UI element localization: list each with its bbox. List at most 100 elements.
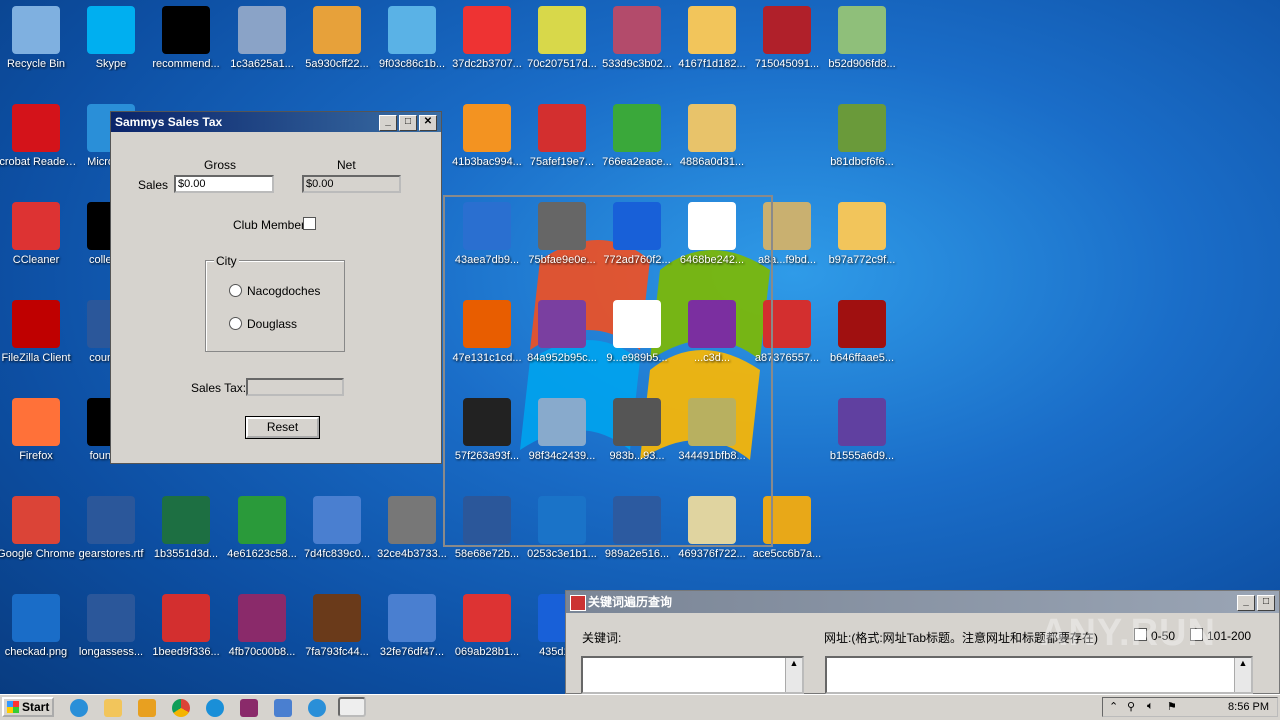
- window-shield-icon: [313, 496, 361, 544]
- keyword-window-title: 关键词遍历查询: [588, 595, 673, 609]
- selection-rectangle: [443, 195, 773, 547]
- keyword-scrollbar[interactable]: ▲: [785, 658, 802, 692]
- winrar-icon[interactable]: [240, 699, 258, 717]
- gross-label: Gross: [204, 158, 237, 172]
- book-icon: [688, 104, 736, 152]
- package-icon: [313, 6, 361, 54]
- club-member-label: Club Member: [233, 218, 306, 232]
- media-player-icon[interactable]: [138, 699, 156, 717]
- pdf-file-icon: [162, 594, 210, 642]
- firefox-icon: [12, 398, 60, 446]
- word-doc-icon: [87, 594, 135, 642]
- word-doc-icon: [87, 496, 135, 544]
- folder-icon: [688, 6, 736, 54]
- books-icon: [313, 594, 361, 642]
- desktop-icon-label: b97a772c9f...: [828, 254, 896, 266]
- club-member-checkbox[interactable]: [303, 217, 316, 230]
- pdf-box-icon: [763, 6, 811, 54]
- desktop-icon-label: b1555a6d9...: [829, 450, 895, 462]
- maximize-button[interactable]: □: [399, 115, 417, 131]
- gross-sales-input[interactable]: $0.00: [174, 175, 274, 193]
- chrome-icon: [12, 496, 60, 544]
- app-icon: [570, 595, 586, 611]
- green-image-icon: [238, 496, 286, 544]
- city-groupbox: [205, 260, 345, 352]
- pattern-image-icon: [613, 6, 661, 54]
- url-scrollbar[interactable]: ▲: [1234, 658, 1251, 692]
- flag-icon[interactable]: ⚑: [1167, 700, 1177, 713]
- skype-icon: [87, 6, 135, 54]
- blank-image-icon: [12, 594, 60, 642]
- desktop-icon[interactable]: b81dbcf6f6...: [816, 100, 908, 186]
- black-file-icon: [162, 6, 210, 54]
- maximize-button[interactable]: □: [1257, 595, 1275, 611]
- keyword-label: 关键词:: [582, 631, 622, 645]
- edge-icon[interactable]: [206, 699, 224, 717]
- filezilla-icon: [12, 300, 60, 348]
- keyword-window-titlebar[interactable]: 关键词遍历查询 _ □: [566, 591, 1279, 613]
- clock[interactable]: 8:56 PM: [1228, 701, 1269, 713]
- recycle-bin-icon: [12, 6, 60, 54]
- radio-nacogdoches[interactable]: [229, 284, 242, 297]
- orange-box-icon: [463, 104, 511, 152]
- active-window-button[interactable]: [338, 697, 366, 717]
- ccleaner-icon: [12, 202, 60, 250]
- sales-tax-label: Sales Tax:: [191, 381, 247, 395]
- douglass-label: Douglass: [247, 317, 298, 331]
- nacogdoches-label: Nacogdoches: [247, 284, 321, 298]
- xlsx-icon: [162, 496, 210, 544]
- start-label: Start: [22, 700, 50, 714]
- desktop-icon[interactable]: b52d906fd8...: [816, 2, 908, 88]
- sales-tax-field: [246, 378, 344, 396]
- minimize-button[interactable]: _: [1237, 595, 1255, 611]
- image-edit-icon: [838, 104, 886, 152]
- url-textarea[interactable]: ▲: [825, 656, 1253, 694]
- installer-shield-icon: [463, 594, 511, 642]
- red-noise-icon: [838, 300, 886, 348]
- chrome-icon[interactable]: [172, 699, 190, 717]
- recycle-bin-full-icon: [838, 6, 886, 54]
- color-blocks-icon: [463, 6, 511, 54]
- start-button[interactable]: Start: [2, 697, 54, 717]
- desktop-icon[interactable]: b97a772c9f...: [816, 198, 908, 284]
- tray-expand-icon[interactable]: ⌃: [1109, 700, 1118, 713]
- windows-logo-icon: [7, 701, 19, 713]
- city-label: City: [214, 254, 239, 268]
- ie-icon[interactable]: [70, 699, 88, 717]
- network-icon[interactable]: ⚲: [1127, 700, 1135, 713]
- 2015-icon: [838, 398, 886, 446]
- taskbar: Start ⌃ ⚲ 🔈︎ ⚑ 8:56 PM: [0, 694, 1280, 720]
- desktop-icon[interactable]: b646ffaae5...: [816, 296, 908, 382]
- desktop-icon[interactable]: b1555a6d9...: [816, 394, 908, 480]
- app-window-icon[interactable]: [274, 699, 292, 717]
- close-button[interactable]: ✕: [419, 115, 437, 131]
- sales-label: Sales: [138, 178, 169, 192]
- desktop-icon-label: ace5cc6b7a...: [752, 548, 822, 560]
- net-label: Net: [337, 158, 356, 172]
- reset-button[interactable]: Reset: [245, 416, 320, 439]
- anyrun-watermark: ANY.RUN: [1040, 612, 1216, 654]
- winrar-icon: [238, 594, 286, 642]
- window-title: Sammys Sales Tax: [115, 115, 223, 129]
- speaker-icon[interactable]: 🔈︎: [1147, 700, 1154, 713]
- desktop-icon-label: b81dbcf6f6...: [830, 156, 894, 168]
- window-shield-icon: [388, 594, 436, 642]
- desktop-icon-label: b52d906fd8...: [828, 58, 896, 70]
- window-titlebar[interactable]: Sammys Sales Tax _ □ ✕: [111, 112, 441, 132]
- acrobat-icon: [12, 104, 60, 152]
- laptop-icon: [388, 496, 436, 544]
- desktop-icon[interactable]: 4886a0d31...: [666, 100, 758, 186]
- media-disc-icon: [388, 6, 436, 54]
- keyword-textarea[interactable]: ▲: [581, 656, 804, 694]
- sammys-sales-tax-window: Sammys Sales Tax _ □ ✕ Gross Net Sales $…: [110, 111, 442, 464]
- ie-icon-2[interactable]: [308, 699, 326, 717]
- minimize-button[interactable]: _: [379, 115, 397, 131]
- qr-image-icon: [238, 6, 286, 54]
- radio-douglass[interactable]: [229, 317, 242, 330]
- pdf-file-icon: [538, 104, 586, 152]
- desktop-icon-label: b646ffaae5...: [829, 352, 895, 364]
- folder-icon: [838, 202, 886, 250]
- explorer-icon[interactable]: [104, 699, 122, 717]
- desktop-icon-label: 4886a0d31...: [679, 156, 745, 168]
- net-sales-field: $0.00: [302, 175, 401, 193]
